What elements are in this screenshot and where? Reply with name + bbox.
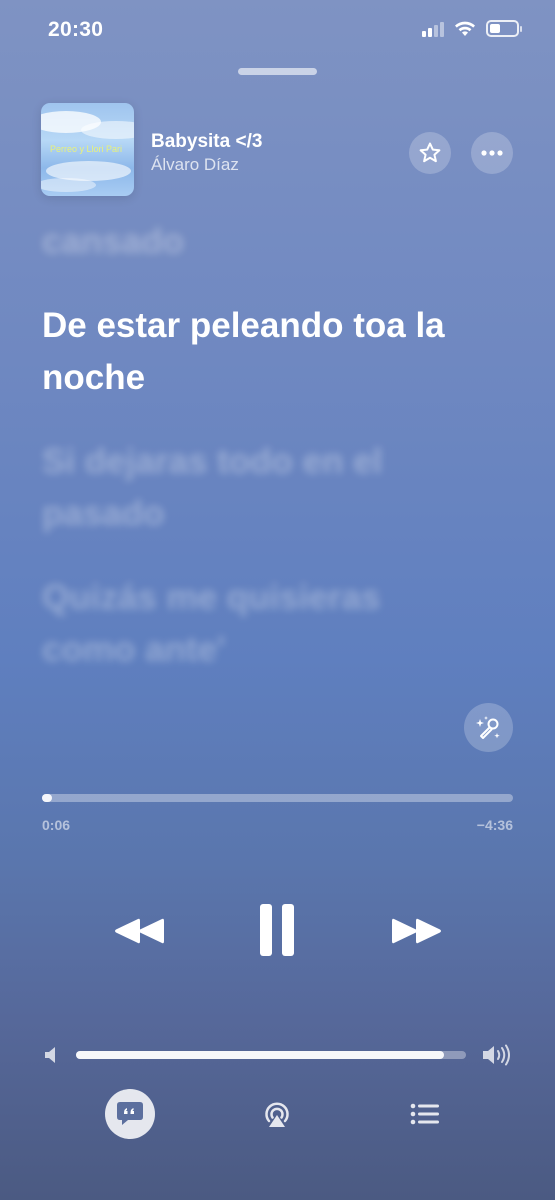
queue-list-icon	[410, 1103, 439, 1125]
battery-icon	[486, 20, 522, 37]
fast-forward-icon	[392, 918, 441, 944]
status-time: 20:30	[48, 18, 104, 41]
lyric-line-previous[interactable]: cansado	[42, 216, 512, 268]
pause-icon	[260, 904, 294, 956]
now-playing-screen: 20:30 Perreo y Llori Pari Babysita </3 Á…	[0, 0, 555, 1200]
lyric-line-next[interactable]: Si dejaras todo en el pasado	[42, 436, 442, 540]
next-track-button[interactable]	[386, 908, 448, 954]
lyric-line-current[interactable]: De estar peleando toa la noche	[42, 300, 462, 404]
airplay-icon	[265, 1102, 289, 1127]
playback-progress-fill	[42, 794, 52, 802]
ellipsis-icon	[481, 150, 503, 156]
wifi-icon	[455, 21, 475, 36]
more-options-button[interactable]	[471, 132, 513, 174]
lyrics-quote-icon	[117, 1102, 143, 1125]
volume-low-icon	[45, 1047, 55, 1063]
favorite-button[interactable]	[409, 132, 451, 174]
lyrics-button[interactable]	[105, 1089, 155, 1139]
playback-progress-bar[interactable]	[42, 794, 513, 802]
lyric-line-following[interactable]: Quizás me quisieras como ante'	[42, 572, 382, 676]
queue-button[interactable]	[406, 1099, 444, 1129]
artwork-title-text: Perreo y Llori Pari	[50, 144, 123, 154]
sheet-grabber[interactable]	[238, 68, 317, 75]
remaining-time: −4:36	[476, 817, 513, 833]
track-artist[interactable]: Álvaro Díaz	[151, 155, 239, 175]
volume-level-fill	[76, 1051, 444, 1059]
elapsed-time: 0:06	[42, 817, 71, 833]
airplay-button[interactable]	[258, 1097, 296, 1131]
volume-slider[interactable]	[76, 1051, 466, 1059]
cellular-signal-icon	[422, 21, 444, 37]
previous-track-button[interactable]	[108, 908, 170, 954]
rewind-icon	[115, 918, 164, 944]
status-icons	[422, 20, 522, 37]
track-title[interactable]: Babysita </3	[151, 131, 262, 153]
volume-high-icon	[483, 1044, 510, 1066]
sing-button[interactable]	[464, 703, 513, 752]
album-artwork[interactable]: Perreo y Llori Pari	[41, 103, 134, 196]
star-icon	[419, 142, 441, 163]
microphone-sparkle-icon	[475, 715, 500, 739]
pause-button[interactable]	[252, 900, 302, 960]
